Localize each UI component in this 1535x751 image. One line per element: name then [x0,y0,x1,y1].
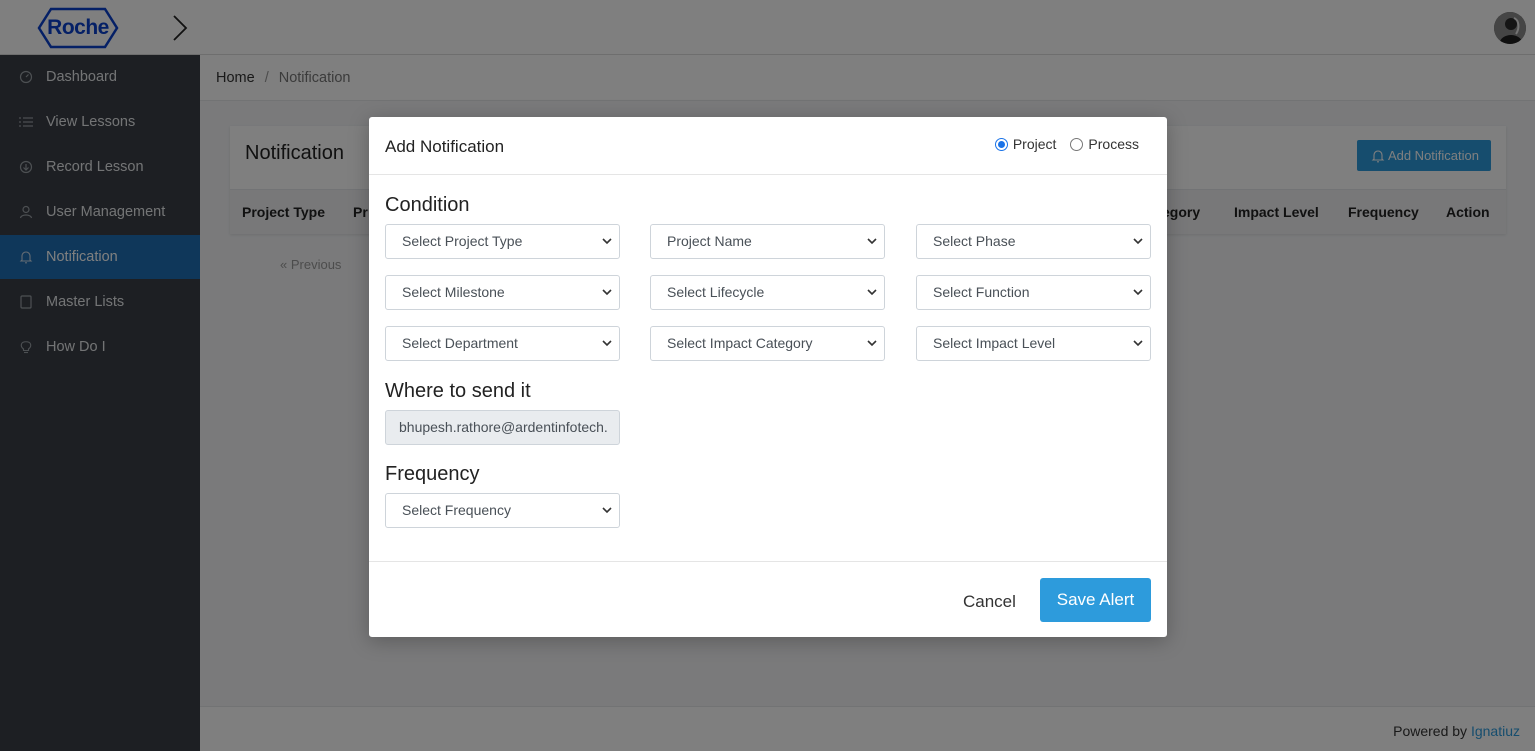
project-type-select[interactable]: Select Project Type [385,224,620,259]
select-value: Select Function [933,284,1030,300]
select-value: Select Impact Level [933,335,1056,351]
select-value: Select Department [402,335,518,351]
radio-unchecked-icon [1070,137,1084,151]
chevron-down-icon [602,289,612,296]
department-select[interactable]: Select Department [385,326,620,361]
frequency-heading: Frequency [385,463,480,485]
project-radio[interactable]: Project [994,136,1057,152]
select-value: Select Milestone [402,284,505,300]
select-value: Select Impact Category [667,335,813,351]
select-value: Select Project Type [402,233,523,249]
radio-label: Project [1012,136,1057,152]
modal-footer: Cancel Save Alert [369,561,1167,637]
lifecycle-select[interactable]: Select Lifecycle [650,275,885,310]
chevron-down-icon [1133,238,1143,245]
select-value: Select Phase [933,233,1016,249]
radio-checked-icon [994,137,1008,151]
type-radio-group: Project Process [981,136,1139,152]
cancel-button[interactable]: Cancel [963,592,1016,612]
milestone-select[interactable]: Select Milestone [385,275,620,310]
select-value: Select Lifecycle [667,284,765,300]
phase-select[interactable]: Select Phase [916,224,1151,259]
chevron-down-icon [867,289,877,296]
modal-title: Add Notification [385,137,505,156]
impact-category-select[interactable]: Select Impact Category [650,326,885,361]
chevron-down-icon [602,238,612,245]
add-notification-modal: Add Notification Project Process Conditi… [369,117,1167,637]
radio-label: Process [1088,136,1139,152]
save-alert-button[interactable]: Save Alert [1040,578,1151,622]
process-radio[interactable]: Process [1070,136,1139,152]
chevron-down-icon [602,340,612,347]
chevron-down-icon [867,340,877,347]
chevron-down-icon [602,507,612,514]
modal-header: Add Notification Project Process [369,117,1167,175]
impact-level-select[interactable]: Select Impact Level [916,326,1151,361]
function-select[interactable]: Select Function [916,275,1151,310]
project-name-select[interactable]: Project Name [650,224,885,259]
email-field[interactable]: bhupesh.rathore@ardentinfotech. [385,410,620,445]
chevron-down-icon [1133,289,1143,296]
frequency-select[interactable]: Select Frequency [385,493,620,528]
chevron-down-icon [867,238,877,245]
select-value: Select Frequency [402,502,511,518]
chevron-down-icon [1133,340,1143,347]
where-to-send-heading: Where to send it [385,380,531,402]
condition-heading: Condition [385,194,470,216]
select-value: Project Name [667,233,752,249]
